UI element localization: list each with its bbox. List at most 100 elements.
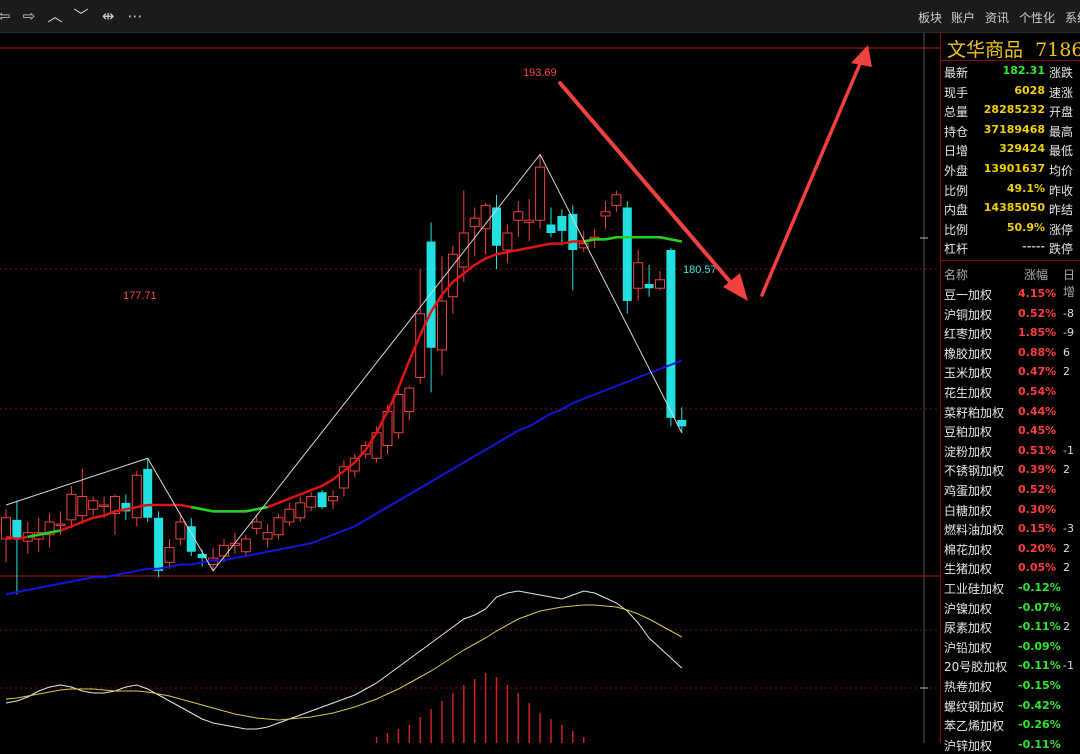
list-item-pct: -0.26% [1018,718,1061,732]
quote-value: 6028 [1014,83,1045,97]
candle [328,496,338,502]
list-item[interactable]: 沪铜加权 0.52% -8 [941,304,1080,324]
list-item[interactable]: 淀粉加权 0.51% -1 [941,441,1080,461]
candle [502,232,513,251]
list-item[interactable]: 鸡蛋加权 0.52% [941,480,1080,500]
quote-right-label: 速涨 [1049,85,1074,100]
high-annotation: 193.69 [523,67,557,79]
list-item[interactable]: 橡胶加权 0.88% 6 [941,343,1080,363]
list-item-daily: 2 [1063,365,1070,379]
quote-row: 外盘 13901637 均价 [941,160,1080,180]
list-item[interactable]: 沪锌加权 -0.11% [941,735,1080,754]
quote-value: 182.31 [1002,64,1045,77]
candle [524,219,535,223]
quote-value: 329424 [999,142,1045,156]
list-item[interactable]: 沪镍加权 -0.07% [941,598,1080,618]
candle [437,300,447,351]
candle [611,194,622,206]
dea-line [5,604,683,721]
candle [143,468,153,518]
list-item-name: 豆一加权 [944,288,993,302]
quote-right-label: 跌停 [1049,242,1074,257]
list-item-pct: -0.11% [1018,659,1061,673]
list-item-pct: 0.39% [1018,463,1057,477]
list-item[interactable]: 白糖加权 0.30% [941,500,1080,520]
candle [55,523,66,527]
more-icon[interactable]: ⋯ [125,6,145,26]
list-item-pct: -0.09% [1018,639,1061,653]
list-item[interactable]: 生猪加权 0.05% 2 [941,558,1080,578]
list-item[interactable]: 尿素加权 -0.11% 2 [941,617,1080,637]
list-item[interactable]: 工业硅加权 -0.12% [941,578,1080,598]
split-icon[interactable]: ⇹ [98,6,118,26]
quote-right-label: 涨停 [1049,222,1074,237]
quote-label: 内盘 [944,203,969,218]
list-item[interactable]: 豆一加权 4.15% [941,284,1080,304]
candle [77,496,88,517]
menu-system[interactable]: 系统 [1065,9,1080,26]
candle [273,517,284,536]
list-item[interactable]: 花生加权 0.54% [941,382,1080,402]
toolbar: ⇦ ⇨ ︿ ﹀ ⇹ ⋯ 板块 账户 资讯 个性化 系统 [0,0,1080,33]
list-item[interactable]: 燃料油加权 0.15% -3 [941,519,1080,539]
header-pct[interactable]: 涨幅 [1024,266,1048,283]
list-item[interactable]: 沪铅加权 -0.09% [941,637,1080,657]
kline-chart[interactable]: 193.69 177.71 180.57 [0,33,940,743]
candle [557,216,567,231]
menu-account[interactable]: 账户 [951,9,975,26]
header-name[interactable]: 名称 [944,266,968,283]
quote-row: 比例 49.1% 昨收 [941,180,1080,200]
candle [600,211,611,217]
list-item-name: 鸡蛋加权 [944,484,993,498]
list-item-daily: -3 [1063,522,1074,536]
list-item-name: 不锈钢加权 [944,464,1005,479]
list-item-pct: 0.52% [1018,483,1057,496]
menu-personalize[interactable]: 个性化 [1019,9,1055,26]
menu-news[interactable]: 资讯 [985,9,1009,26]
menu-bankuai[interactable]: 板块 [918,9,942,26]
quote-label: 持仓 [944,124,969,139]
candle [513,211,524,221]
list-item-pct: 1.85% [1018,326,1057,340]
quote-value: 28285232 [983,103,1045,117]
arrow-right-icon[interactable]: ⇨ [19,6,39,26]
list-item[interactable]: 不锈钢加权 0.39% 2 [941,460,1080,480]
candle [393,394,404,434]
list-item[interactable]: 豆粕加权 0.45% [941,421,1080,441]
list-item-pct: 0.47% [1018,365,1057,379]
list-item-pct: -0.12% [1018,581,1061,594]
candle [666,250,676,418]
list-item-daily: -8 [1063,306,1074,320]
chevron-up-icon[interactable]: ︿ [45,6,65,26]
list-item-name: 沪镍加权 [944,601,993,616]
chevron-down-icon[interactable]: ﹀ [71,6,91,26]
candle [317,492,327,508]
list-item-pct: 0.20% [1018,541,1057,555]
candle [251,521,262,529]
list-item[interactable]: 20号胶加权 -0.11% -1 [941,656,1080,676]
list-item-daily: 6 [1063,345,1070,359]
quote-row: 内盘 14385050 昨结 [941,199,1080,219]
quote-value: 50.9% [1006,220,1045,234]
list-item-name: 沪铅加权 [944,640,993,655]
list-item[interactable]: 棉花加权 0.20% 2 [941,539,1080,559]
list-item[interactable]: 螺纹钢加权 -0.42% [941,696,1080,716]
quote-value: 13901637 [983,162,1045,175]
ma-short-green-segment [191,505,268,513]
quote-row: 日增 329424 最低 [941,140,1080,160]
list-item[interactable]: 菜籽粕加权 0.44% [941,402,1080,422]
list-item-name: 玉米加权 [944,366,993,381]
quote-name: 文华商品 [947,39,1024,61]
list-item[interactable]: 红枣加权 1.85% -9 [941,323,1080,343]
list-item[interactable]: 玉米加权 0.47% 2 [941,362,1080,382]
quote-label: 最新 [944,66,969,80]
candle [175,521,186,540]
list-item-name: 橡胶加权 [944,346,993,361]
list-item-pct: -0.11% [1018,737,1061,751]
list-item-pct: -0.11% [1018,620,1061,634]
list-item[interactable]: 热卷加权 -0.15% [941,676,1080,696]
candle [66,493,77,521]
list-item[interactable]: 苯乙烯加权 -0.26% [941,715,1080,735]
arrow-left-icon[interactable]: ⇦ [0,6,14,26]
candle [88,500,99,510]
